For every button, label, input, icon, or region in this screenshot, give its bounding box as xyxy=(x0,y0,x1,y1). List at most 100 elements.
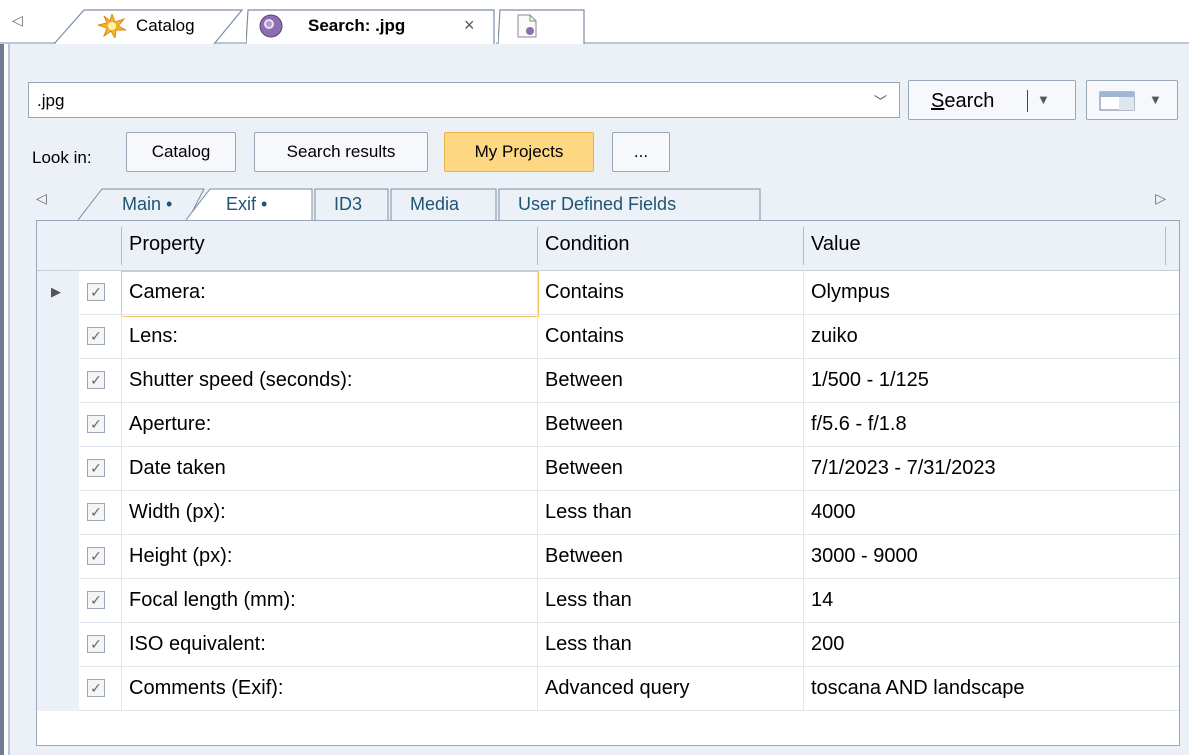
row-enabled-checkbox[interactable]: ✓ xyxy=(87,679,105,697)
cell-condition[interactable]: Less than xyxy=(545,501,632,524)
table-row[interactable]: ▶ ✓ Camera: Contains Olympus xyxy=(37,271,1179,317)
cell-condition[interactable]: Between xyxy=(545,457,623,480)
cell-separator xyxy=(121,359,122,403)
cell-condition[interactable]: Between xyxy=(545,413,623,436)
tab-exif[interactable]: Exif • xyxy=(186,188,314,220)
search-options-arrow-icon[interactable]: ▼ xyxy=(1037,92,1050,107)
cell-property[interactable]: Width (px): xyxy=(129,501,226,524)
cell-value[interactable]: zuiko xyxy=(811,325,858,348)
table-row[interactable]: ✓ Height (px): Between 3000 - 9000 xyxy=(37,535,1179,579)
cell-value[interactable]: Olympus xyxy=(811,281,890,304)
criteria-tab-strip: ◁ Main • Exif • ID3 Media User Defined F… xyxy=(32,176,1180,220)
grid-header: Property Condition Value xyxy=(37,221,1179,271)
search-query-combo[interactable]: ﹀ xyxy=(28,82,900,118)
column-separator[interactable] xyxy=(537,227,538,265)
table-row[interactable]: ✓ Lens: Contains zuiko xyxy=(37,315,1179,359)
layout-button[interactable]: ▼ xyxy=(1086,80,1178,120)
cell-value[interactable]: 200 xyxy=(811,633,844,656)
row-selector[interactable] xyxy=(37,403,79,447)
row-enabled-checkbox[interactable]: ✓ xyxy=(87,283,105,301)
location-catalog-button[interactable]: Catalog xyxy=(126,132,236,172)
row-enabled-checkbox[interactable]: ✓ xyxy=(87,371,105,389)
tab-scroll-left-icon[interactable]: ◁ xyxy=(12,12,23,29)
cell-condition[interactable]: Advanced query xyxy=(545,677,690,700)
cell-property[interactable]: Lens: xyxy=(129,325,178,348)
search-button-label: Search xyxy=(931,90,995,112)
row-selector[interactable] xyxy=(37,579,79,623)
cell-value[interactable]: 3000 - 9000 xyxy=(811,545,918,568)
cell-condition[interactable]: Contains xyxy=(545,325,624,348)
focused-cell-outline xyxy=(121,271,539,317)
tab-media[interactable]: Media xyxy=(390,188,498,220)
table-row[interactable]: ✓ Aperture: Between f/5.6 - f/1.8 xyxy=(37,403,1179,447)
cell-property[interactable]: Shutter speed (seconds): xyxy=(129,369,352,392)
search-button[interactable]: Search ▼ xyxy=(908,80,1076,120)
chevron-down-icon[interactable]: ﹀ xyxy=(874,91,887,110)
row-enabled-checkbox[interactable]: ✓ xyxy=(87,415,105,433)
cell-value[interactable]: 7/1/2023 - 7/31/2023 xyxy=(811,457,996,480)
tab-search-jpg[interactable]: Search: .jpg × xyxy=(246,8,496,44)
table-row[interactable]: ✓ Focal length (mm): Less than 14 xyxy=(37,579,1179,623)
column-header-condition[interactable]: Condition xyxy=(545,233,630,256)
close-tab-icon[interactable]: × xyxy=(464,15,475,36)
cell-property[interactable]: Comments (Exif): xyxy=(129,677,283,700)
row-enabled-checkbox[interactable]: ✓ xyxy=(87,459,105,477)
tab-scroll-left-icon[interactable]: ◁ xyxy=(36,190,47,207)
cell-value[interactable]: toscana AND landscape xyxy=(811,677,1024,700)
row-selector[interactable] xyxy=(37,623,79,667)
cell-condition[interactable]: Less than xyxy=(545,589,632,612)
cell-property[interactable]: Height (px): xyxy=(129,545,232,568)
chevron-down-icon[interactable]: ▼ xyxy=(1149,92,1162,107)
table-row[interactable]: ✓ Shutter speed (seconds): Between 1/500 - … xyxy=(37,359,1179,403)
column-separator[interactable] xyxy=(121,227,122,265)
search-input[interactable] xyxy=(37,89,857,113)
cell-property[interactable]: ISO equivalent: xyxy=(129,633,266,656)
location-search-results-button[interactable]: Search results xyxy=(254,132,428,172)
table-row[interactable]: ✓ Width (px): Less than 4000 xyxy=(37,491,1179,535)
row-enabled-checkbox[interactable]: ✓ xyxy=(87,327,105,345)
location-my-projects-button[interactable]: My Projects xyxy=(444,132,594,172)
column-separator[interactable] xyxy=(1165,227,1166,265)
row-enabled-checkbox[interactable]: ✓ xyxy=(87,591,105,609)
tab-user-defined-fields[interactable]: User Defined Fields xyxy=(498,188,762,220)
column-separator[interactable] xyxy=(803,227,804,265)
tab-new[interactable] xyxy=(498,8,586,44)
location-browse-button[interactable]: ... xyxy=(612,132,670,172)
cell-separator xyxy=(803,667,804,711)
cell-property[interactable]: Aperture: xyxy=(129,413,211,436)
column-header-value[interactable]: Value xyxy=(811,233,861,256)
row-selector[interactable] xyxy=(37,359,79,403)
tab-id3[interactable]: ID3 xyxy=(314,188,390,220)
cell-value[interactable]: 1/500 - 1/125 xyxy=(811,369,929,392)
row-selector[interactable] xyxy=(37,491,79,535)
cell-condition[interactable]: Contains xyxy=(545,281,624,304)
cell-property[interactable]: Date taken xyxy=(129,457,226,480)
table-row[interactable]: ✓ Comments (Exif): Advanced query toscana A… xyxy=(37,667,1179,711)
cell-value[interactable]: f/5.6 - f/1.8 xyxy=(811,413,907,436)
look-in-label: Look in: xyxy=(32,148,92,167)
cell-separator xyxy=(121,403,122,447)
cell-property[interactable]: Focal length (mm): xyxy=(129,589,296,612)
cell-separator xyxy=(537,667,538,711)
row-selector[interactable] xyxy=(37,447,79,491)
cell-separator xyxy=(803,447,804,491)
cell-value[interactable]: 14 xyxy=(811,589,833,612)
row-enabled-checkbox[interactable]: ✓ xyxy=(87,635,105,653)
tab-catalog[interactable]: Catalog xyxy=(54,8,244,44)
cell-condition[interactable]: Less than xyxy=(545,633,632,656)
row-enabled-checkbox[interactable]: ✓ xyxy=(87,547,105,565)
cell-separator xyxy=(537,579,538,623)
cell-condition[interactable]: Between xyxy=(545,545,623,568)
row-selector[interactable] xyxy=(37,315,79,359)
tab-scroll-right-icon[interactable]: ▷ xyxy=(1155,190,1166,207)
table-row[interactable]: ✓ Date taken Between 7/1/2023 - 7/31/2023 xyxy=(37,447,1179,491)
row-selector[interactable] xyxy=(37,535,79,579)
table-row[interactable]: ✓ ISO equivalent: Less than 200 xyxy=(37,623,1179,667)
tab-id3-label: ID3 xyxy=(334,193,363,214)
row-selector[interactable] xyxy=(37,667,79,711)
tab-exif-label: Exif • xyxy=(226,193,268,214)
column-header-property[interactable]: Property xyxy=(129,233,205,256)
cell-condition[interactable]: Between xyxy=(545,369,623,392)
row-enabled-checkbox[interactable]: ✓ xyxy=(87,503,105,521)
cell-value[interactable]: 4000 xyxy=(811,501,856,524)
